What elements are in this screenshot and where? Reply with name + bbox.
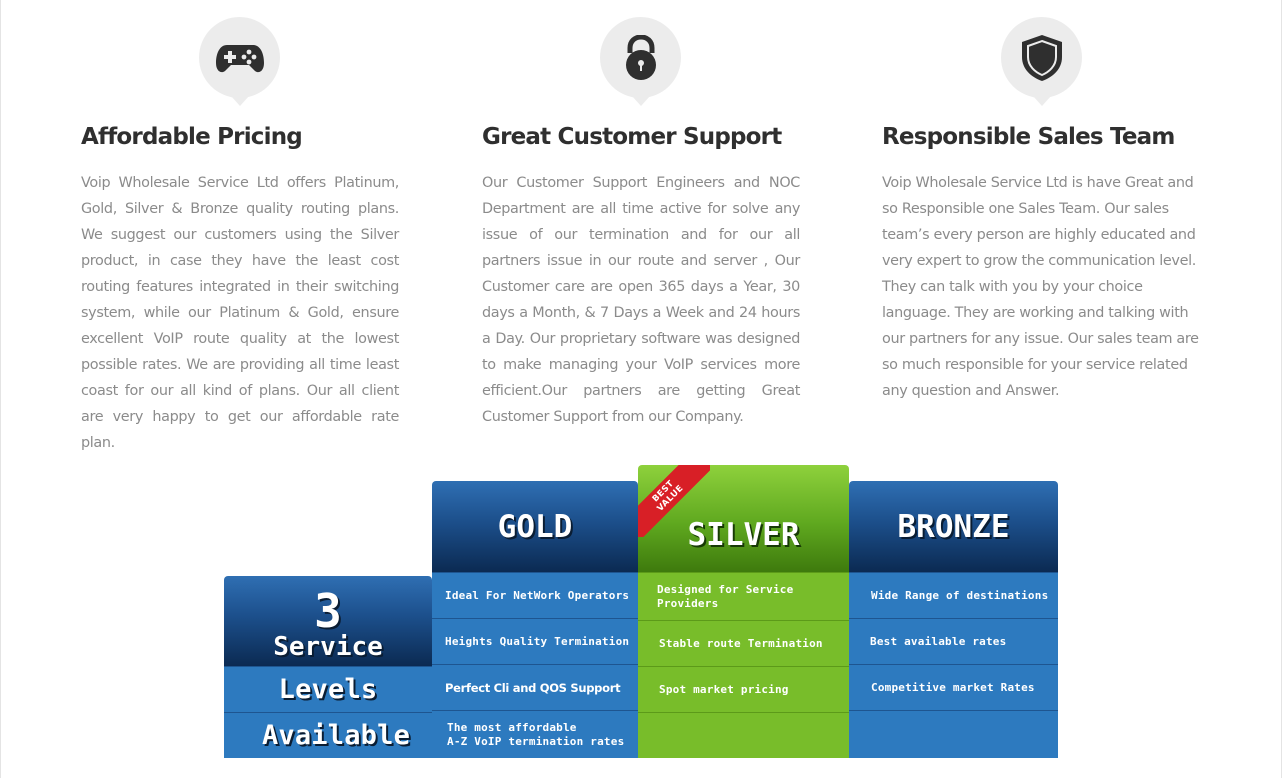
levels-head: 3 Service [224, 576, 432, 666]
feature-title: Great Customer Support [482, 124, 782, 150]
service-levels-column: 3 Service Levels Available [224, 576, 432, 758]
plan-feature: Ideal For NetWork Operators [432, 572, 638, 618]
plan-feature: Stable route Termination [638, 620, 849, 666]
plan-bronze[interactable]: BRONZE Wide Range of destinations Best a… [849, 481, 1058, 758]
page-border-left [0, 0, 1, 778]
feature-title: Responsible Sales Team [882, 124, 1175, 150]
feature-description: Voip Wholesale Service Ltd offers Platin… [81, 175, 399, 451]
plan-feature: Designed for Service Providers [638, 572, 849, 620]
plan-silver[interactable]: SILVER BEST VALUE Designed for Service P… [638, 465, 849, 758]
plan-feature: Best available rates [849, 618, 1058, 664]
feature-title: Affordable Pricing [81, 124, 303, 150]
plan-feature: Perfect Cli and QOS Support [432, 664, 638, 710]
levels-word-available: Available [224, 712, 432, 758]
gamepad-icon [199, 17, 280, 106]
lock-icon [600, 17, 681, 106]
levels-number: 3 [314, 584, 342, 638]
best-value-ribbon: BEST VALUE [638, 465, 710, 537]
feature-description: Our Customer Support Engineers and NOC D… [482, 175, 800, 425]
shield-icon [1001, 17, 1082, 106]
levels-word-levels: Levels [224, 666, 432, 712]
feature-description: Voip Wholesale Service Ltd is have Great… [882, 175, 1199, 399]
plan-gold-title: GOLD [432, 481, 638, 572]
plan-feature: Competitive market Rates [849, 664, 1058, 710]
best-value-badge: BEST VALUE [638, 465, 710, 537]
plan-bronze-title: BRONZE [849, 481, 1058, 572]
plan-feature: Spot market pricing [638, 666, 849, 712]
plan-feature: Wide Range of destinations [849, 572, 1058, 618]
levels-word-service: Service [273, 632, 383, 662]
plan-feature-empty [849, 710, 1058, 758]
plan-feature: Heights Quality Termination [432, 618, 638, 664]
plan-feature: The most affordable A-Z VoIP termination… [432, 710, 638, 758]
plan-gold[interactable]: GOLD Ideal For NetWork Operators Heights… [432, 481, 638, 758]
plan-feature-empty [638, 712, 849, 758]
